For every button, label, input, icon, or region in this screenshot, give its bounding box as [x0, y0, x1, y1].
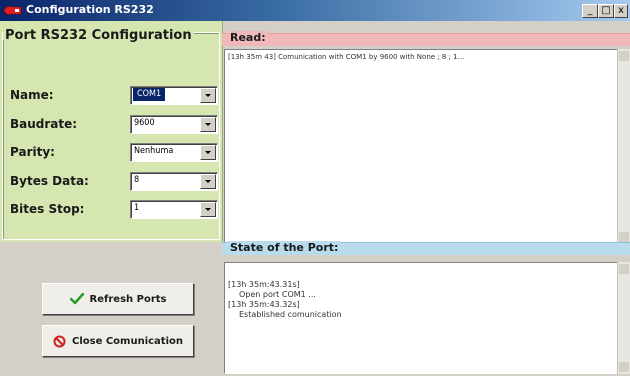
chevron-down-icon[interactable]	[200, 117, 216, 132]
window-title: Configuration RS232	[26, 3, 154, 16]
name-select[interactable]: COM1	[130, 86, 218, 105]
chevron-down-icon[interactable]	[200, 202, 216, 217]
baudrate-label: Baudrate:	[10, 117, 78, 131]
close-communication-label: Close Comunication	[71, 335, 184, 347]
bites-stop-label: Bites Stop:	[10, 202, 85, 216]
bites-stop-select-value: 1	[134, 203, 140, 213]
state-header: State of the Port:	[222, 241, 630, 255]
bites-stop-select[interactable]: 1	[130, 200, 218, 219]
read-title: Read:	[228, 31, 268, 44]
config-title: Port RS232 Configuration	[5, 28, 192, 43]
state-line: [13h 35m:43.32s]	[228, 300, 300, 309]
maximize-button[interactable]: □	[598, 4, 614, 18]
state-title: State of the Port:	[228, 241, 341, 254]
close-window-button[interactable]: x	[614, 4, 628, 18]
stop-icon	[53, 335, 66, 347]
read-text: [13h 35m 43] Comunication with COM1 by 9…	[228, 53, 465, 61]
state-line: [13h 35m:43.31s]	[228, 280, 300, 289]
actions-panel: Refresh Ports Close Comunication	[0, 243, 222, 376]
config-panel: Port RS232 Configuration Name: COM1 Baud…	[0, 21, 223, 242]
baudrate-select-value: 9600	[134, 118, 155, 128]
name-select-value: COM1	[133, 88, 166, 101]
close-communication-button[interactable]: Close Comunication	[42, 325, 194, 357]
baudrate-select[interactable]: 9600	[130, 115, 218, 134]
chevron-down-icon[interactable]	[200, 174, 216, 189]
state-textarea[interactable]: [13h 35m:43.31s] Open port COM1 ... [13h…	[224, 262, 618, 374]
main-window: Configuration RS232 _ □ x Port RS232 Con…	[0, 0, 630, 376]
title-bar[interactable]: Configuration RS232 _ □ x	[0, 0, 630, 21]
read-header: Read:	[222, 31, 630, 46]
minimize-button[interactable]: _	[582, 4, 598, 18]
check-icon	[69, 293, 84, 305]
name-label: Name:	[10, 88, 54, 102]
bytes-data-select-value: 8	[134, 175, 140, 185]
state-scrollbar[interactable]	[617, 262, 630, 374]
serial-port-icon	[3, 6, 22, 15]
bytes-data-select[interactable]: 8	[130, 172, 218, 191]
state-line: Established comunication	[239, 310, 342, 319]
chevron-down-icon[interactable]	[200, 145, 216, 160]
refresh-ports-button[interactable]: Refresh Ports	[42, 283, 194, 315]
scroll-down-icon[interactable]	[619, 362, 629, 372]
chevron-down-icon[interactable]	[200, 88, 216, 103]
read-textarea[interactable]: [13h 35m 43] Comunication with COM1 by 9…	[224, 49, 618, 244]
parity-label: Parity:	[10, 145, 55, 159]
scroll-up-icon[interactable]	[619, 264, 629, 274]
bytes-data-label: Bytes Data:	[10, 174, 89, 188]
scroll-down-icon[interactable]	[619, 232, 629, 242]
scroll-up-icon[interactable]	[619, 51, 629, 61]
refresh-ports-label: Refresh Ports	[89, 293, 167, 305]
parity-select-value: Nenhuma	[134, 146, 174, 156]
read-scrollbar[interactable]	[617, 49, 630, 244]
parity-select[interactable]: Nenhuma	[130, 143, 218, 162]
state-line: Open port COM1 ...	[239, 290, 316, 299]
